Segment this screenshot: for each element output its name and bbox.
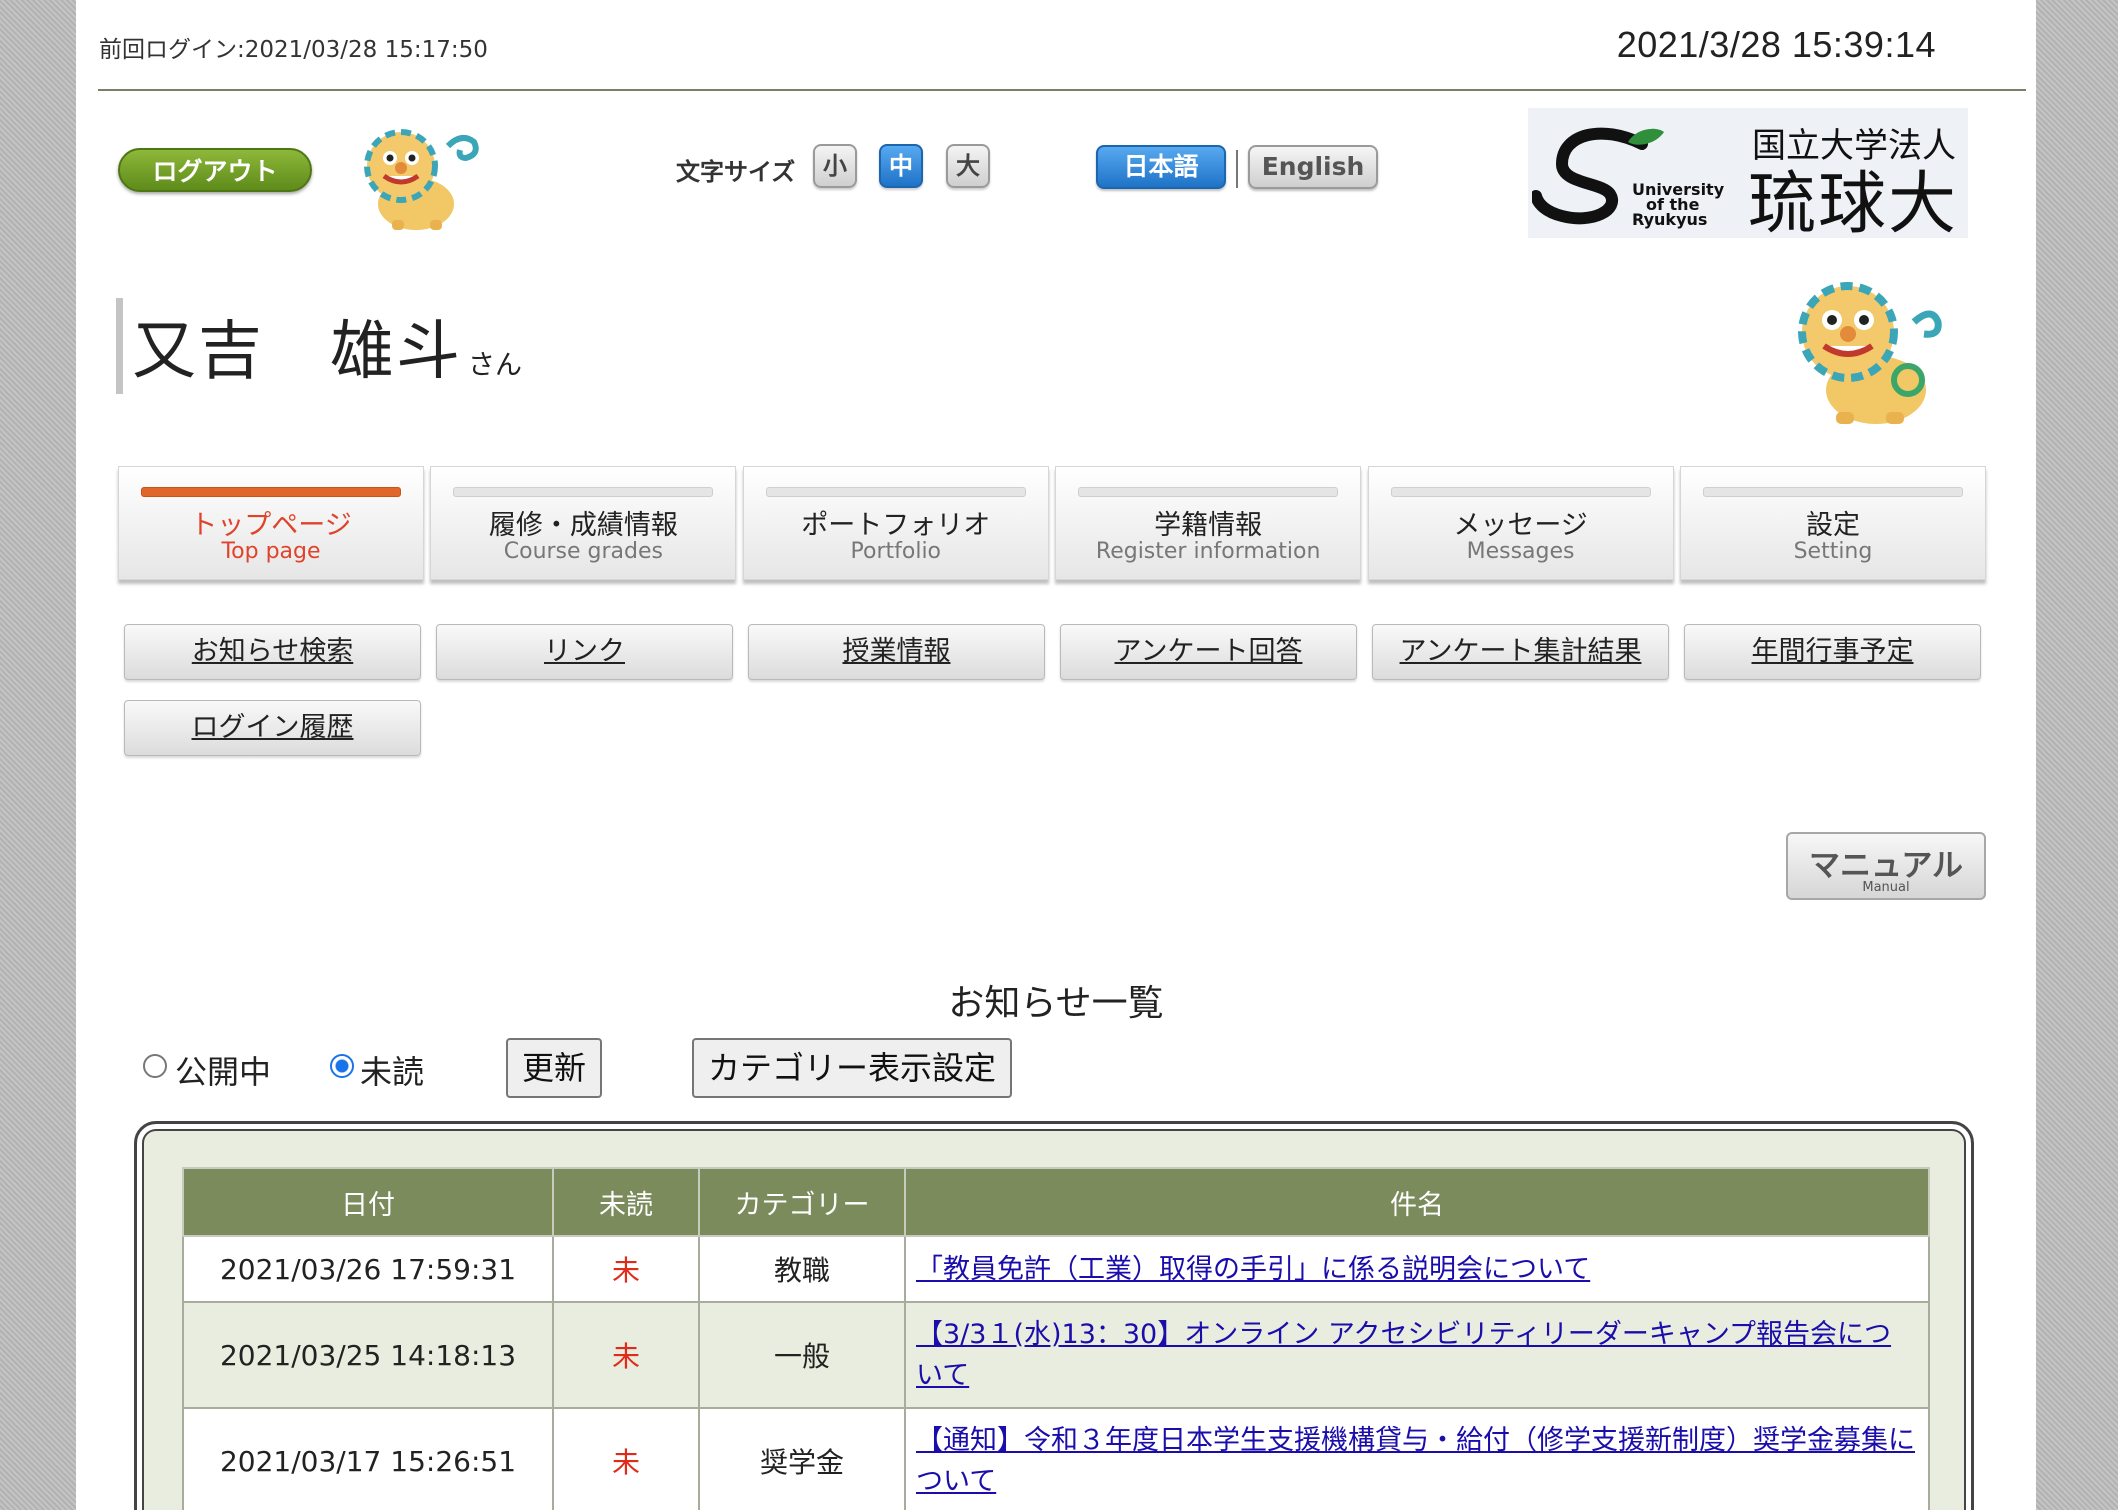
tab-label: 学籍情報 xyxy=(1154,510,1263,541)
tab-sublabel: Course grades xyxy=(503,539,664,564)
filter-unread-label: 未読 xyxy=(360,1053,425,1091)
filter-unread-radio[interactable] xyxy=(330,1054,354,1078)
table-row: 2021/03/25 14:18:13 未 一般 【3/3１(水)13：30】オ… xyxy=(182,1301,1930,1409)
notice-category: 一般 xyxy=(698,1301,906,1409)
tab-sublabel: Register information xyxy=(1095,539,1321,564)
tab-indicator xyxy=(765,487,1026,497)
tab-sublabel: Top page xyxy=(221,539,321,564)
table-row: 2021/03/26 17:59:31 未 教職 「教員免許（工業）取得の手引」… xyxy=(182,1235,1930,1303)
tab-sublabel: Messages xyxy=(1466,539,1575,564)
notice-subject-link[interactable]: 【通知】令和３年度日本学生支援機構貸与・給付（修学支援新制度）奨学金募集について xyxy=(916,1425,1915,1497)
tab-register-information[interactable]: 学籍情報 Register information xyxy=(1055,466,1362,580)
tab-sublabel: Setting xyxy=(1793,539,1873,564)
unread-marker: 未 xyxy=(552,1301,700,1409)
language-japanese-button[interactable]: 日本語 xyxy=(1096,145,1226,189)
tab-label: ポートフォリオ xyxy=(801,510,991,541)
tab-setting[interactable]: 設定 Setting xyxy=(1679,466,1986,580)
main-tabs: トップページ Top page 履修・成績情報 Course grades ポー… xyxy=(118,466,1986,584)
notice-date: 2021/03/25 14:18:13 xyxy=(182,1301,554,1409)
notice-list-title: お知らせ一覧 xyxy=(948,983,1164,1024)
column-header-date[interactable]: 日付 xyxy=(182,1167,554,1237)
notice-subject-link[interactable]: 【3/3１(水)13：30】オンライン アクセシビリティリーダーキャンプ報告会に… xyxy=(916,1319,1891,1391)
survey-answer-link[interactable]: アンケート回答 xyxy=(1060,624,1357,680)
manual-sublabel: Manual xyxy=(1862,880,1910,895)
filter-public-radio[interactable] xyxy=(143,1054,167,1078)
class-info-link[interactable]: 授業情報 xyxy=(748,624,1045,680)
name-accent-bar xyxy=(116,298,123,394)
tab-indicator xyxy=(141,487,401,497)
language-english-button[interactable]: English xyxy=(1248,145,1378,189)
font-size-large-button[interactable]: 大 xyxy=(946,144,990,188)
unread-marker: 未 xyxy=(552,1407,700,1510)
notice-date: 2021/03/17 15:26:51 xyxy=(182,1407,554,1510)
tab-indicator xyxy=(1702,487,1963,497)
university-logo[interactable]: University of the Ryukyus 国立大学法人 琉球大学 xyxy=(1528,108,1968,238)
tab-indicator xyxy=(453,487,714,497)
column-header-category[interactable]: カテゴリー xyxy=(698,1167,906,1237)
tab-label: 履修・成績情報 xyxy=(488,510,678,541)
notice-category: 奨学金 xyxy=(698,1407,906,1510)
filter-public-label: 公開中 xyxy=(175,1053,272,1091)
notice-category: 教職 xyxy=(698,1235,906,1303)
login-history-link[interactable]: ログイン履歴 xyxy=(124,700,421,756)
shisa-mascot-large-icon xyxy=(1798,282,1942,424)
tab-top-page[interactable]: トップページ Top page xyxy=(118,466,424,580)
font-size-small-button[interactable]: 小 xyxy=(813,144,857,188)
font-size-medium-button[interactable]: 中 xyxy=(879,144,923,188)
notice-subject-cell: 【通知】令和３年度日本学生支援機構貸与・給付（修学支援新制度）奨学金募集について xyxy=(904,1407,1930,1510)
student-name: 又吉 雄斗 xyxy=(132,315,462,389)
category-settings-button[interactable]: カテゴリー表示設定 xyxy=(692,1038,1012,1098)
notice-date: 2021/03/26 17:59:31 xyxy=(182,1235,554,1303)
portal-page: 前回ログイン:2021/03/28 15:17:50 2021/3/28 15:… xyxy=(76,0,2036,1510)
tab-messages[interactable]: メッセージ Messages xyxy=(1367,466,1674,580)
tab-sublabel: Portfolio xyxy=(850,539,942,564)
notice-subject-link[interactable]: 「教員免許（工業）取得の手引」に係る説明会について xyxy=(916,1254,1590,1285)
annual-schedule-link[interactable]: 年間行事予定 xyxy=(1684,624,1981,680)
links-link[interactable]: リンク xyxy=(436,624,733,680)
header-divider xyxy=(98,89,2026,91)
tab-indicator xyxy=(1078,487,1339,497)
refresh-button[interactable]: 更新 xyxy=(506,1038,602,1098)
notice-subject-cell: 「教員免許（工業）取得の手引」に係る説明会について xyxy=(904,1235,1930,1303)
notice-search-link[interactable]: お知らせ検索 xyxy=(124,624,421,680)
table-header-row: 日付 未読 カテゴリー 件名 xyxy=(182,1167,1930,1237)
tab-portfolio[interactable]: ポートフォリオ Portfolio xyxy=(742,466,1049,580)
university-name: 琉球大学 xyxy=(1748,165,1959,238)
logout-button[interactable]: ログアウト xyxy=(118,148,312,192)
tab-course-grades[interactable]: 履修・成績情報 Course grades xyxy=(430,466,737,580)
name-honorific: さん xyxy=(468,350,522,381)
last-login-text: 前回ログイン:2021/03/28 15:17:50 xyxy=(99,37,488,63)
table-row: 2021/03/17 15:26:51 未 奨学金 【通知】令和３年度日本学生支… xyxy=(182,1407,1930,1510)
survey-results-link[interactable]: アンケート集計結果 xyxy=(1372,624,1669,680)
university-english-name: University of the Ryukyus xyxy=(1632,180,1725,229)
tab-label: トップページ xyxy=(190,510,352,541)
column-header-subject[interactable]: 件名 xyxy=(904,1167,1930,1237)
tab-label: メッセージ xyxy=(1453,510,1588,541)
notice-subject-cell: 【3/3１(水)13：30】オンライン アクセシビリティリーダーキャンプ報告会に… xyxy=(904,1301,1930,1409)
tab-label: 設定 xyxy=(1805,510,1860,541)
tab-indicator xyxy=(1390,487,1651,497)
current-clock: 2021/3/28 15:39:14 xyxy=(1616,24,1936,65)
font-size-label: 文字サイズ xyxy=(676,158,796,186)
unread-marker: 未 xyxy=(552,1235,700,1303)
manual-button[interactable]: マニュアル Manual xyxy=(1786,832,1986,900)
column-header-unread[interactable]: 未読 xyxy=(552,1167,700,1237)
manual-label: マニュアル xyxy=(1808,848,1964,884)
notice-table: 日付 未読 カテゴリー 件名 2021/03/26 17:59:31 未 教職 … xyxy=(182,1167,1930,1510)
language-separator xyxy=(1236,150,1238,188)
shisa-mascot-icon xyxy=(364,129,479,230)
